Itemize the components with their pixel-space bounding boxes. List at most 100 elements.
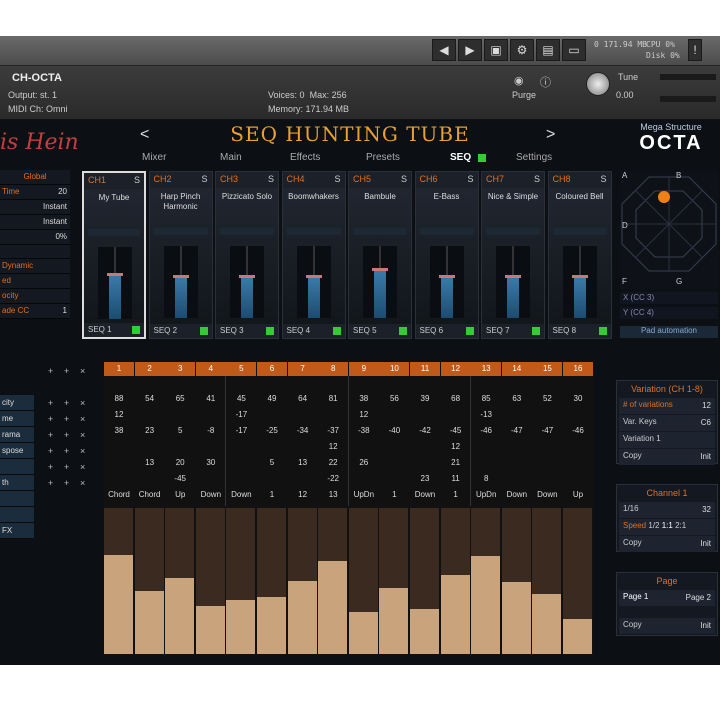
step-header[interactable]: 11 <box>410 362 440 376</box>
tab-effects[interactable]: Effects <box>290 152 320 163</box>
tune-knob[interactable] <box>586 72 610 96</box>
channel-strip-1[interactable]: CH1 S My Tube SEQ 1 <box>82 171 146 339</box>
remove-icon[interactable]: × <box>80 366 85 376</box>
left-option[interactable]: ocity <box>0 289 70 304</box>
step-velocity-bar[interactable] <box>226 600 256 654</box>
step-cell[interactable]: 5 <box>165 426 195 435</box>
mod-row[interactable]: rama <box>0 427 34 443</box>
step-cell[interactable]: Chord <box>104 490 134 499</box>
step-cell[interactable]: 1 <box>441 490 471 499</box>
step-cell[interactable]: 63 <box>502 394 532 403</box>
channel-strip-8[interactable]: CH8 S Coloured Bell SEQ 8 <box>547 171 612 339</box>
step-cell[interactable]: -46 <box>471 426 501 435</box>
pad-y-cc[interactable]: Y (CC 4) <box>620 307 718 319</box>
fader-handle[interactable] <box>438 275 455 279</box>
channel-seq-label[interactable]: SEQ 7 <box>482 324 544 338</box>
step-header[interactable]: 7 <box>287 362 318 376</box>
pan-bar[interactable] <box>552 228 607 235</box>
step-cell[interactable]: 64 <box>288 394 318 403</box>
step-cell[interactable]: 22 <box>318 458 348 467</box>
add-icon[interactable]: + <box>64 462 69 472</box>
prev-preset-arrow[interactable]: < <box>140 126 149 144</box>
step-velocity-bar[interactable] <box>287 581 317 654</box>
pan-bar[interactable] <box>88 229 140 236</box>
add-icon[interactable]: + <box>48 366 53 376</box>
rack-icon[interactable]: ▤ <box>536 39 560 61</box>
channel-seq-label[interactable]: SEQ 2 <box>149 324 212 338</box>
step-cell[interactable]: -34 <box>288 426 318 435</box>
step-cell[interactable]: 13 <box>318 490 348 499</box>
remove-icon[interactable]: × <box>80 414 85 424</box>
channel-seq-label[interactable]: SEQ 3 <box>216 324 278 338</box>
step-cell[interactable]: 30 <box>563 394 593 403</box>
step-cell[interactable]: Up <box>563 490 593 499</box>
mod-row[interactable] <box>0 459 34 475</box>
remove-icon[interactable]: × <box>80 478 85 488</box>
channel-strip-4[interactable]: CH4 S Boomwhakers SEQ 4 <box>281 171 346 339</box>
step-header[interactable]: 9 <box>348 362 379 376</box>
step-cell[interactable]: Down <box>196 490 226 499</box>
fader-handle[interactable] <box>372 268 388 272</box>
fader-handle[interactable] <box>107 272 123 276</box>
speed-double[interactable]: 2:1 <box>675 521 686 530</box>
step-cell[interactable]: 45 <box>226 394 256 403</box>
add-icon[interactable]: + <box>48 462 53 472</box>
step-cell[interactable]: UpDn <box>471 490 501 499</box>
step-velocity-bar[interactable] <box>501 582 531 654</box>
pan-bar[interactable] <box>353 228 407 235</box>
channel-header[interactable]: CH6 S <box>415 172 478 188</box>
step-cell[interactable]: 56 <box>379 394 409 403</box>
pan-bar[interactable] <box>286 228 341 235</box>
step-cell[interactable]: -47 <box>502 426 532 435</box>
channel-seq-label[interactable]: SEQ 4 <box>282 324 345 338</box>
mod-row[interactable]: me <box>0 411 34 427</box>
xy-pad[interactable]: A B D F G <box>620 171 718 289</box>
step-cell[interactable]: 23 <box>410 474 440 483</box>
step-cell[interactable]: -45 <box>165 474 195 483</box>
step-velocity-bar[interactable] <box>471 556 501 654</box>
channel-strip-5[interactable]: CH5 S Bambule SEQ 5 <box>348 171 412 339</box>
add-icon[interactable]: + <box>64 430 69 440</box>
channel-header[interactable]: CH8 S <box>548 172 611 188</box>
instrument-name[interactable]: CH-OCTA <box>12 72 62 84</box>
step-cell[interactable]: UpDn <box>349 490 379 499</box>
global-row[interactable]: Instant <box>0 200 70 215</box>
variation-select[interactable]: Variation 1 <box>619 432 715 448</box>
tab-presets[interactable]: Presets <box>366 152 400 163</box>
add-icon[interactable]: + <box>48 446 53 456</box>
global-row[interactable]: Time 20 <box>0 185 70 200</box>
left-option[interactable]: Dynamic <box>0 259 70 274</box>
step-cell[interactable]: 65 <box>165 394 195 403</box>
step-velocity-bar[interactable] <box>532 594 562 654</box>
add-icon[interactable]: + <box>64 398 69 408</box>
step-cell[interactable]: -13 <box>471 410 501 419</box>
step-cell[interactable]: -25 <box>257 426 287 435</box>
step-header[interactable]: 10 <box>379 362 410 376</box>
step-velocity-bar[interactable] <box>165 578 195 654</box>
step-header[interactable]: 5 <box>226 362 257 376</box>
step-cell[interactable]: Down <box>502 490 532 499</box>
step-cell[interactable]: 8 <box>471 474 501 483</box>
step-header[interactable]: 12 <box>440 362 471 376</box>
step-velocity-bar[interactable] <box>410 609 439 654</box>
tab-mixer[interactable]: Mixer <box>142 152 166 163</box>
add-icon[interactable]: + <box>64 478 69 488</box>
step-cell[interactable]: 1 <box>257 490 287 499</box>
pad-cursor[interactable] <box>658 191 670 203</box>
step-cell[interactable]: -8 <box>196 426 226 435</box>
step-velocity-bar[interactable] <box>563 619 592 654</box>
init-button[interactable]: Init <box>700 539 711 548</box>
step-cell[interactable]: Down <box>532 490 562 499</box>
global-row[interactable]: Instant <box>0 215 70 230</box>
step-cell[interactable]: 68 <box>441 394 471 403</box>
solo-button[interactable]: S <box>401 174 407 184</box>
add-icon[interactable]: + <box>64 366 69 376</box>
add-icon[interactable]: + <box>48 430 53 440</box>
init-button[interactable]: Init <box>700 452 711 461</box>
step-cell[interactable]: -22 <box>318 474 348 483</box>
step-cell[interactable]: 13 <box>135 458 165 467</box>
pan-bar[interactable] <box>486 228 540 235</box>
channel-fader[interactable] <box>296 246 331 318</box>
remove-icon[interactable]: × <box>80 446 85 456</box>
step-velocity-bar[interactable] <box>318 561 348 654</box>
